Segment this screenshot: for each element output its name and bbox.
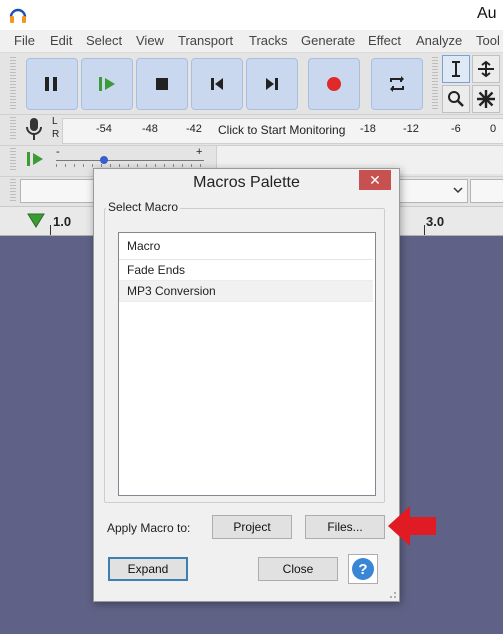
- speed-slider-thumb[interactable]: [100, 156, 108, 164]
- envelope-icon: [478, 60, 494, 78]
- menu-generate[interactable]: Generate: [301, 33, 355, 48]
- project-button[interactable]: Project: [212, 515, 292, 539]
- skip-to-start-button[interactable]: [191, 58, 243, 110]
- timeline-tick: [50, 225, 51, 235]
- skip-to-end-icon: [266, 78, 278, 90]
- skip-to-start-icon: [211, 78, 223, 90]
- meter-grip[interactable]: [10, 117, 16, 141]
- menu-tools[interactable]: Tool: [476, 33, 500, 48]
- speed-grip[interactable]: [10, 148, 16, 172]
- play-icon: [99, 77, 115, 91]
- loop-button[interactable]: [371, 58, 423, 110]
- meter-tick: -42: [186, 123, 202, 135]
- meter-tick: -18: [360, 123, 376, 135]
- asterisk-icon: [477, 90, 495, 108]
- stop-icon: [156, 78, 168, 90]
- macro-column-header[interactable]: Macro: [119, 233, 373, 260]
- multi-tool-button[interactable]: [472, 85, 500, 113]
- microphone-icon[interactable]: [24, 116, 44, 142]
- audacity-headphones-icon: [9, 8, 27, 23]
- column-header-label: Macro: [127, 239, 161, 253]
- meter-tick: -54: [96, 123, 112, 135]
- menu-edit[interactable]: Edit: [50, 33, 72, 48]
- close-button[interactable]: Close: [258, 557, 338, 581]
- menu-select[interactable]: Select: [86, 33, 122, 48]
- list-item-label: Fade Ends: [127, 263, 186, 277]
- skip-to-end-button[interactable]: [246, 58, 298, 110]
- macros-palette-dialog: Macros Palette ✕ Select Macro Macro Fade…: [93, 168, 400, 602]
- tools-grip[interactable]: [432, 57, 438, 109]
- loop-icon: [390, 76, 404, 92]
- magnifier-icon: [448, 91, 464, 107]
- chevron-down-icon: [453, 187, 463, 194]
- speed-slider-track: [56, 160, 204, 161]
- timeline-tick: [424, 225, 425, 235]
- red-arrow-icon: [388, 506, 436, 546]
- monitor-prompt[interactable]: Click to Start Monitoring: [218, 123, 345, 137]
- menu-analyze[interactable]: Analyze: [416, 33, 462, 48]
- menu-view[interactable]: View: [136, 33, 164, 48]
- help-icon: ?: [352, 558, 374, 580]
- menu-file[interactable]: File: [14, 33, 35, 48]
- i-beam-icon: [452, 61, 460, 77]
- record-icon: [327, 77, 341, 91]
- meter-left-channel: L: [52, 116, 58, 127]
- select-macro-label: Select Macro: [106, 200, 181, 214]
- host-combo[interactable]: [20, 179, 96, 203]
- list-item[interactable]: Fade Ends: [119, 260, 373, 281]
- menu-transport[interactable]: Transport: [178, 33, 233, 48]
- timeline-label: 3.0: [426, 214, 445, 229]
- stop-button[interactable]: [136, 58, 188, 110]
- meter-tick: 0: [490, 123, 497, 135]
- channels-combo[interactable]: [470, 179, 503, 203]
- menu-effect[interactable]: Effect: [368, 33, 401, 48]
- list-item[interactable]: MP3 Conversion: [119, 281, 373, 302]
- selection-tool-button[interactable]: [442, 55, 470, 83]
- files-button[interactable]: Files...: [305, 515, 385, 539]
- menu-bar: File Edit Select View Transport Tracks G…: [0, 30, 503, 53]
- meter-tick: -6: [451, 123, 461, 135]
- toolbar-grip[interactable]: [10, 57, 16, 109]
- macro-list[interactable]: Macro Fade Ends MP3 Conversion: [118, 232, 376, 496]
- device-grip[interactable]: [10, 179, 16, 203]
- speed-slider-ticks: [56, 164, 204, 167]
- speed-min-label: -: [56, 146, 60, 158]
- list-item-label: MP3 Conversion: [127, 284, 216, 298]
- pause-button[interactable]: [26, 58, 78, 110]
- help-button[interactable]: ?: [348, 554, 378, 584]
- dialog-close-button[interactable]: ✕: [359, 170, 391, 190]
- zoom-tool-button[interactable]: [442, 85, 470, 113]
- pause-icon: [45, 77, 57, 91]
- meter-scale[interactable]: -54 -48 -42 Click to Start Monitoring -1…: [62, 118, 503, 144]
- title-bar: [0, 0, 503, 30]
- play-head-icon[interactable]: [26, 211, 46, 229]
- timeline-label: 1.0: [53, 214, 72, 229]
- meter-tick: -48: [142, 123, 158, 135]
- play-at-speed-icon[interactable]: [24, 149, 48, 169]
- speed-max-label: +: [196, 146, 203, 158]
- dialog-title: Macros Palette: [193, 174, 300, 191]
- menu-tracks[interactable]: Tracks: [249, 33, 288, 48]
- apply-macro-label: Apply Macro to:: [107, 521, 191, 535]
- meter-right-channel: R: [52, 129, 60, 140]
- window-title: Au: [477, 5, 497, 22]
- record-button[interactable]: [308, 58, 360, 110]
- device-combo[interactable]: [398, 179, 468, 203]
- envelope-tool-button[interactable]: [472, 55, 500, 83]
- resize-grip-icon[interactable]: [387, 589, 397, 599]
- play-button[interactable]: [81, 58, 133, 110]
- close-icon: ✕: [369, 171, 381, 188]
- meter-tick: -12: [403, 123, 419, 135]
- expand-button[interactable]: Expand: [108, 557, 188, 581]
